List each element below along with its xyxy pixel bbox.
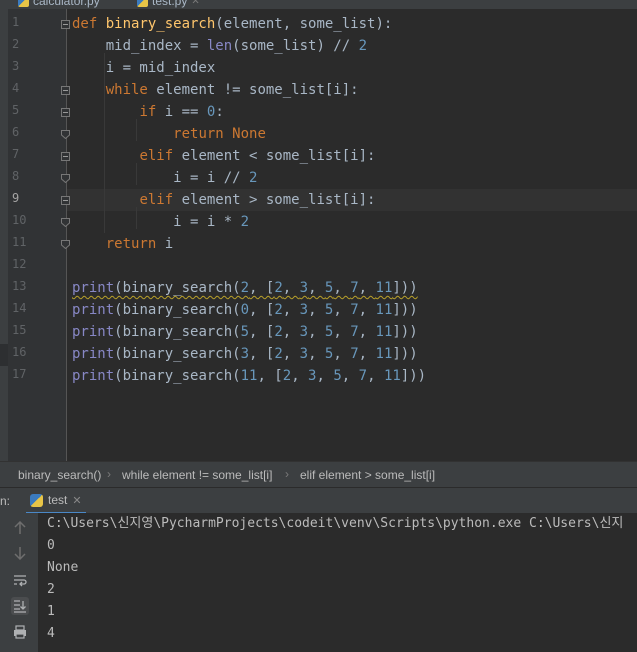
line-number: 15 [12, 323, 27, 337]
chevron-right-icon: › [285, 467, 289, 481]
gutter-marker [0, 344, 8, 366]
editor-tab-bar: calculator.py test.py ✕ [0, 0, 637, 9]
line-number: 11 [12, 235, 27, 249]
print-icon[interactable] [11, 623, 29, 641]
fold-icon[interactable] [61, 152, 70, 161]
code-line-9: elif element > some_list[i]: [139, 192, 376, 208]
line-number: 14 [12, 301, 27, 315]
line-number: 17 [12, 367, 27, 381]
code-line-7: elif element < some_list[i]: [139, 148, 376, 164]
fold-icon[interactable] [61, 108, 70, 117]
code-line-1: def binary_search(element, some_list): [72, 16, 393, 32]
line-number: 7 [12, 147, 20, 161]
python-file-icon [18, 0, 29, 7]
fold-end-icon[interactable] [61, 218, 70, 227]
code-line-10: i = i * 2 [72, 214, 250, 230]
line-number: 1 [12, 15, 20, 29]
console-command-line: C:\Users\신지영\PycharmProjects\codeit\venv… [47, 516, 624, 531]
console-output-line: None [47, 560, 79, 575]
line-number: 6 [12, 125, 20, 139]
code-line-16: print(binary_search(3, [2, 3, 5, 7, 11])… [72, 346, 418, 362]
fold-end-icon[interactable] [61, 174, 70, 183]
run-panel-label: n: [0, 494, 11, 508]
tab-test[interactable]: test.py ✕ [137, 0, 200, 9]
line-number: 16 [12, 345, 27, 359]
code-line-3: i = mid_index [72, 60, 216, 76]
code-line-4: while element != some_list[i]: [105, 82, 359, 98]
close-icon[interactable]: ✕ [72, 494, 81, 507]
fold-icon[interactable] [61, 196, 70, 205]
fold-end-icon[interactable] [61, 130, 70, 139]
breadcrumb-item[interactable]: binary_search() [18, 468, 101, 482]
breadcrumb: binary_search() › while element != some_… [0, 461, 637, 488]
tab-calculator[interactable]: calculator.py [18, 0, 100, 9]
fold-icon[interactable] [61, 86, 70, 95]
code-line-17: print(binary_search(11, [2, 3, 5, 7, 11]… [72, 368, 427, 384]
arrow-down-icon[interactable] [11, 544, 29, 562]
run-tab-test[interactable]: test ✕ [26, 488, 86, 515]
code-line-2: mid_index = len(some_list) // 2 [72, 38, 368, 54]
fold-end-icon[interactable] [61, 240, 70, 249]
console-output-line: 1 [47, 604, 55, 619]
code-line-13: print(binary_search(2, [2, 3, 5, 7, 11])… [72, 280, 418, 296]
breadcrumb-item[interactable]: elif element > some_list[i] [300, 468, 435, 482]
line-number: 12 [12, 257, 27, 271]
run-panel-header: n: test ✕ [0, 487, 637, 515]
console-output-line: 4 [47, 626, 55, 641]
code-line-6: return None [173, 126, 266, 142]
code-line-11: return i [105, 236, 174, 252]
tab-label: calculator.py [33, 0, 100, 8]
fold-icon[interactable] [61, 20, 70, 29]
code-line-14: print(binary_search(0, [2, 3, 5, 7, 11])… [72, 302, 418, 318]
console-output-line: 0 [47, 538, 55, 553]
console-output-line: 2 [47, 582, 55, 597]
code-line-5: if i == 0: [139, 104, 224, 120]
line-number: 3 [12, 59, 20, 73]
chevron-right-icon: › [107, 467, 111, 481]
close-icon[interactable]: ✕ [191, 0, 199, 7]
python-file-icon [30, 493, 43, 507]
scroll-to-end-icon[interactable] [11, 597, 29, 615]
line-number: 8 [12, 169, 20, 183]
line-number: 10 [12, 213, 27, 227]
soft-wrap-icon[interactable] [11, 571, 29, 589]
line-number: 2 [12, 37, 20, 51]
arrow-up-icon[interactable] [11, 519, 29, 537]
line-number-gutter [0, 9, 66, 461]
tab-label: test.py [152, 0, 188, 8]
code-line-15: print(binary_search(5, [2, 3, 5, 7, 11])… [72, 324, 418, 340]
gutter-left-strip [0, 9, 8, 461]
run-toolbar [0, 513, 38, 652]
code-line-8: i = i // 2 [72, 170, 258, 186]
python-file-icon [137, 0, 148, 7]
line-number: 5 [12, 103, 20, 117]
breadcrumb-item[interactable]: while element != some_list[i] [122, 468, 272, 482]
run-tab-label: test [48, 493, 68, 507]
line-number-current: 9 [12, 191, 20, 205]
line-number: 13 [12, 279, 27, 293]
line-number: 4 [12, 81, 20, 95]
